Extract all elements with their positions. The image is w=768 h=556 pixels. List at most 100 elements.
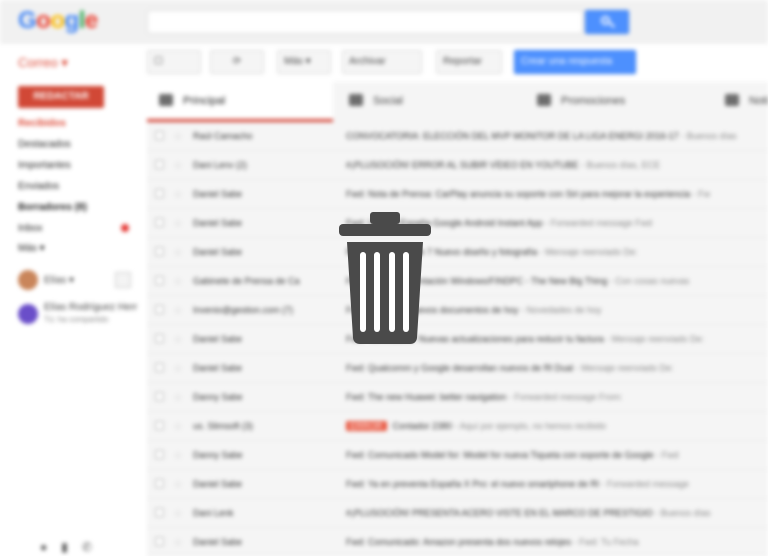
star-icon[interactable]: ☆ <box>173 188 183 201</box>
chat-icon[interactable]: ▮ <box>61 540 68 554</box>
table-row[interactable]: ☆ Dani Lenv (2) #¡PLUSOCIÓN! ERROR AL SU… <box>147 151 768 180</box>
sidebar-item-inbox[interactable]: Recibidos <box>18 118 66 129</box>
table-row[interactable]: ☆ Invenio@gestion.com (7) Fwd: Todos los… <box>147 296 768 325</box>
email-subject: Fwd: Nota de Prensa: CarPlay anuncia su … <box>346 189 711 199</box>
star-icon[interactable]: ☆ <box>173 333 183 346</box>
row-checkbox[interactable] <box>155 363 164 372</box>
row-checkbox[interactable] <box>155 450 164 459</box>
person-icon[interactable]: ● <box>40 540 47 554</box>
table-row[interactable]: ☆ Daniel Sabe Fwd: Llega a España Google… <box>147 209 768 238</box>
hangouts-user-name[interactable]: Elías ▾ <box>44 275 74 286</box>
row-checkbox[interactable] <box>155 189 164 198</box>
tab-promotions[interactable]: Promociones <box>525 82 711 122</box>
hangouts-contact-name[interactable]: Elías Rodríguez Herr <box>44 302 137 313</box>
table-row[interactable]: ☆ Raúl Camacho CONVOCATORIA: ELECCIÓN DE… <box>147 122 768 151</box>
phone-icon[interactable]: ✆ <box>82 540 92 554</box>
row-checkbox[interactable] <box>155 247 164 256</box>
email-sender: Daniel Sabe <box>193 334 243 344</box>
star-icon[interactable]: ☆ <box>173 159 183 172</box>
tag-icon <box>537 94 551 106</box>
compose-button[interactable]: REDACTAR <box>18 86 104 108</box>
trash-icon <box>339 212 431 344</box>
star-icon[interactable]: ☆ <box>173 304 183 317</box>
sidebar-item-important[interactable]: Importantes <box>18 160 71 171</box>
archive-button[interactable]: Archivar <box>342 50 422 74</box>
search-input[interactable] <box>147 10 583 34</box>
email-sender: Danny Sabe <box>193 450 243 460</box>
row-checkbox[interactable] <box>155 276 164 285</box>
search-button[interactable] <box>585 10 629 34</box>
star-icon[interactable]: ☆ <box>173 217 183 230</box>
star-icon[interactable]: ☆ <box>173 391 183 404</box>
table-row[interactable]: ☆ Daniel Sabe Fwd: Ya en preventa España… <box>147 470 768 499</box>
select-checkbox-button[interactable]: ☐ <box>147 50 201 74</box>
email-sender: Dani Lenv (2) <box>193 160 248 170</box>
email-subject: Fwd: The new Huawei: better navigation -… <box>346 392 623 402</box>
email-label-badge: ERROR <box>346 421 387 431</box>
star-icon[interactable]: ☆ <box>173 275 183 288</box>
info-icon <box>725 94 739 106</box>
new-hangout-button[interactable] <box>115 272 131 288</box>
email-sender: Danny Sabe <box>193 392 243 402</box>
sidebar-item-more[interactable]: Más ▾ <box>18 243 45 254</box>
sidebar-item-starred[interactable]: Destacados <box>18 139 71 150</box>
sidebar-item-label[interactable]: Inbox <box>18 223 42 234</box>
label-color-dot <box>121 224 129 232</box>
table-row[interactable]: ☆ Danny Sabe Fwd: The new Huawei: better… <box>147 383 768 412</box>
toolbar: Correo ▾ ☐ ⟳ Más ▾ Archivar Reportar Cre… <box>0 44 768 82</box>
star-icon[interactable]: ☆ <box>173 478 183 491</box>
row-checkbox[interactable] <box>155 421 164 430</box>
table-row[interactable]: ☆ Daniel Sabe Fwd: Nota de Prensa: CarPl… <box>147 180 768 209</box>
email-sender: Daniel Sabe <box>193 363 243 373</box>
row-checkbox[interactable] <box>155 392 164 401</box>
table-row[interactable]: ☆ Daniel Sabe Fwd: Novedades: Nuevas act… <box>147 325 768 354</box>
hangouts-contact-status: Tú: ha compartido <box>44 315 109 324</box>
email-sender: Raúl Camacho <box>193 131 253 141</box>
category-tabs: Principal Social Promociones Noti <box>147 82 768 122</box>
mail-switcher[interactable]: Correo ▾ <box>18 55 68 71</box>
star-icon[interactable]: ☆ <box>173 449 183 462</box>
sidebar-item-sent[interactable]: Enviados <box>18 181 59 192</box>
row-checkbox[interactable] <box>155 334 164 343</box>
tab-primary[interactable]: Principal <box>147 82 333 122</box>
email-list: ☆ Raúl Camacho CONVOCATORIA: ELECCIÓN DE… <box>147 122 768 556</box>
search-icon-handle <box>609 22 615 28</box>
refresh-button[interactable]: ⟳ <box>210 50 264 74</box>
row-checkbox[interactable] <box>155 218 164 227</box>
row-checkbox[interactable] <box>155 160 164 169</box>
row-checkbox[interactable] <box>155 479 164 488</box>
email-sender: Gabinete de Prensa de Ca <box>193 276 300 286</box>
report-button[interactable]: Reportar <box>436 50 502 74</box>
sidebar-bottom-icons: ● ▮ ✆ <box>40 540 106 554</box>
row-checkbox[interactable] <box>155 131 164 140</box>
table-row[interactable]: ☆ Danny Sabe Fwd: Comunicado Model for: … <box>147 441 768 470</box>
google-logo[interactable]: Google <box>18 7 98 35</box>
table-row[interactable]: ☆ Daniel Sabe Fwd: Qualcomm y Google des… <box>147 354 768 383</box>
star-icon[interactable]: ☆ <box>173 362 183 375</box>
tab-updates[interactable]: Noti <box>713 82 768 122</box>
inbox-icon <box>159 94 173 106</box>
star-icon[interactable]: ☆ <box>173 536 183 549</box>
tab-social[interactable]: Social <box>337 82 523 122</box>
table-row[interactable]: ☆ Daniel Sabe Fwd: Nuevo iPhone 7 Nuevo … <box>147 238 768 267</box>
avatar[interactable] <box>18 270 38 290</box>
table-row[interactable]: ☆ Daniel Sabe Fwd: Comunicado: Amazon pr… <box>147 528 768 556</box>
star-icon[interactable]: ☆ <box>173 130 183 143</box>
row-checkbox[interactable] <box>155 537 164 546</box>
table-row[interactable]: ☆ Dani Lenk #¡PLUSOCIÓN! PRESENTA ACERO … <box>147 499 768 528</box>
email-subject: Fwd: Comunicado: Amazon presenta dos nue… <box>346 537 639 547</box>
table-row[interactable]: ☆ us. Slimsoft (3) ERROR Contador 2380 - … <box>147 412 768 441</box>
email-sender: Invenio@gestion.com (7) <box>193 305 294 315</box>
star-icon[interactable]: ☆ <box>173 507 183 520</box>
sidebar-item-drafts[interactable]: Borradores (8) <box>18 202 87 213</box>
email-subject: ERROR Contador 2380 - Aquí por ejemplo, n… <box>346 421 606 431</box>
table-row[interactable]: ☆ Gabinete de Prensa de Ca Fwd: Nueva pr… <box>147 267 768 296</box>
row-checkbox[interactable] <box>155 508 164 517</box>
more-button[interactable]: Más ▾ <box>277 50 331 74</box>
star-icon[interactable]: ☆ <box>173 246 183 259</box>
contact-avatar[interactable] <box>18 304 38 324</box>
star-icon[interactable]: ☆ <box>173 420 183 433</box>
action-button[interactable]: Crear una respuesta <box>514 50 636 74</box>
row-checkbox[interactable] <box>155 305 164 314</box>
email-sender: Daniel Sabe <box>193 479 243 489</box>
